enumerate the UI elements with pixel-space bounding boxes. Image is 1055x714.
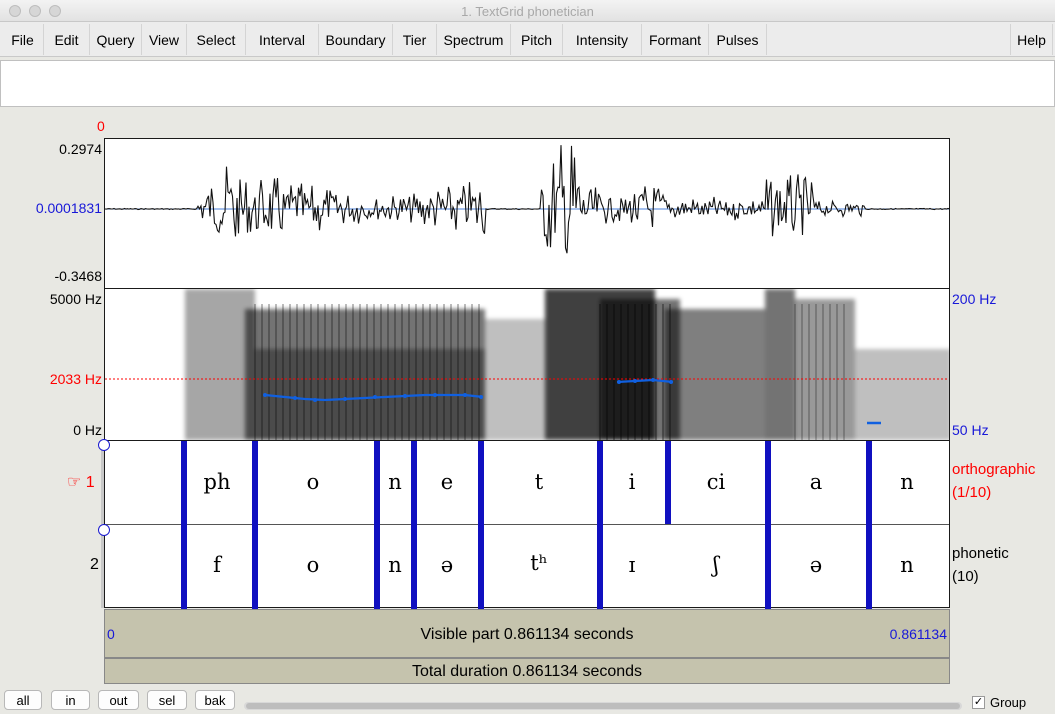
menu-file[interactable]: File	[2, 24, 44, 55]
tier2-segment-th[interactable]: tʰ	[530, 551, 548, 575]
spectrogram-top-label: 5000 Hz	[49, 291, 102, 307]
menu-help[interactable]: Help	[1010, 24, 1053, 55]
zoom-sel-button[interactable]: sel	[147, 690, 187, 710]
tier1-count: (1/10)	[952, 484, 992, 501]
tier2-segment-n[interactable]: n	[388, 553, 402, 577]
spectrogram-graphic	[105, 289, 949, 440]
group-checkbox[interactable]: ✓	[972, 696, 985, 709]
waveform-graphic	[105, 145, 949, 254]
menu-edit[interactable]: Edit	[44, 24, 90, 55]
waveform-mid-label: 0.0001831	[35, 200, 102, 216]
tier1-segment-i[interactable]: i	[629, 470, 636, 494]
menu-bar: File Edit Query View Select Interval Bou…	[0, 22, 1055, 57]
menu-view[interactable]: View	[142, 24, 187, 55]
boundary-4-tier2[interactable]	[411, 524, 417, 609]
tier2-name: phonetic	[952, 545, 1009, 562]
total-duration-bar[interactable]: Total duration 0.861134 seconds	[104, 658, 950, 684]
boundary-2[interactable]	[252, 441, 258, 609]
waveform-min-label: -0.3468	[54, 268, 102, 284]
tier1-number[interactable]: ☞ 1	[67, 472, 95, 492]
tier1-segment-ph[interactable]: ph	[204, 470, 231, 494]
visible-part-label: Visible part 0.861134 seconds	[420, 626, 634, 643]
waveform-max-label: 0.2974	[59, 141, 102, 157]
tier1-segment-n2[interactable]: n	[900, 470, 914, 494]
zoom-in-button[interactable]: in	[51, 690, 90, 710]
boundary-9[interactable]	[866, 441, 872, 609]
horizontal-scrollbar[interactable]	[244, 702, 962, 710]
menu-boundary[interactable]: Boundary	[319, 24, 393, 55]
window-title: 1. TextGrid phonetician	[461, 4, 594, 19]
menu-pulses[interactable]: Pulses	[709, 24, 767, 55]
spectrogram-cursor-label: 2033 Hz	[49, 371, 102, 387]
waveform-panel[interactable]	[104, 138, 950, 289]
zoom-all-button[interactable]: all	[4, 690, 42, 710]
tier2-segment-schwa2[interactable]: ə	[810, 553, 822, 577]
textgrid-tiers[interactable]: ph o n e t i ci a n f o n ə tʰ ɪ ʃ ə n	[104, 440, 950, 609]
pointing-hand-icon: ☞	[67, 474, 82, 491]
tier2-segment-f[interactable]: f	[213, 553, 221, 577]
tier1-segment-n[interactable]: n	[388, 470, 402, 494]
cursor-time-label: 0	[97, 118, 105, 134]
checkmark-icon: ✓	[973, 696, 984, 708]
boundary-8[interactable]	[765, 441, 771, 609]
menu-interval[interactable]: Interval	[246, 24, 319, 55]
tier1-segment-ci[interactable]: ci	[707, 470, 725, 494]
tier1-name: orthographic	[952, 461, 1036, 478]
menu-spectrum[interactable]: Spectrum	[437, 24, 511, 55]
spectrogram-bottom-label: 0 Hz	[73, 422, 102, 438]
tier2-number[interactable]: 2	[90, 556, 99, 574]
tier-separator	[105, 524, 949, 525]
pitch-top-label: 200 Hz	[952, 291, 997, 307]
spectrogram-panel[interactable]	[104, 289, 950, 440]
menu-query[interactable]: Query	[90, 24, 142, 55]
menu-tier[interactable]: Tier	[393, 24, 437, 55]
menu-formant[interactable]: Formant	[642, 24, 709, 55]
title-bar: 1. TextGrid phonetician	[0, 0, 1055, 22]
tier2-handle[interactable]	[98, 524, 110, 536]
boundary-7-tier1[interactable]	[665, 441, 671, 524]
zoom-back-button[interactable]: bak	[195, 690, 235, 710]
boundary-5[interactable]	[478, 441, 484, 609]
tier2-segment-o[interactable]: o	[307, 553, 320, 577]
tier1-segment-o[interactable]: o	[307, 470, 320, 494]
boundary-6[interactable]	[597, 441, 603, 609]
menu-intensity[interactable]: Intensity	[563, 24, 642, 55]
tier1-segment-e[interactable]: e	[441, 470, 453, 494]
tier1-segment-t[interactable]: t	[535, 470, 543, 494]
scrollbar-thumb[interactable]	[246, 703, 960, 709]
tier1-handle[interactable]	[98, 439, 110, 451]
tier2-segment-schwa[interactable]: ə	[441, 553, 453, 577]
boundary-4-tier1[interactable]	[411, 441, 417, 524]
tier1-segment-a[interactable]: a	[810, 470, 823, 494]
boundary-1[interactable]	[181, 441, 187, 609]
text-edit-field[interactable]	[0, 60, 1055, 107]
visible-end: 0.861134	[889, 626, 947, 642]
total-duration-label: Total duration 0.861134 seconds	[411, 663, 643, 680]
group-label: Group	[990, 695, 1027, 710]
tier2-count: (10)	[952, 568, 979, 585]
tier2-segment-esh[interactable]: ʃ	[713, 553, 719, 577]
menu-select[interactable]: Select	[187, 24, 246, 55]
pitch-bottom-label: 50 Hz	[952, 422, 989, 438]
zoom-out-button[interactable]: out	[98, 690, 139, 710]
boundary-3[interactable]	[374, 441, 380, 609]
tier2-segment-n2[interactable]: n	[900, 553, 914, 577]
tier1-number-label: 1	[85, 474, 95, 491]
visible-part-bar[interactable]: 0 Visible part 0.861134 seconds 0.861134	[104, 609, 950, 658]
menu-pitch[interactable]: Pitch	[511, 24, 563, 55]
tier2-segment-ih[interactable]: ɪ	[629, 553, 636, 577]
